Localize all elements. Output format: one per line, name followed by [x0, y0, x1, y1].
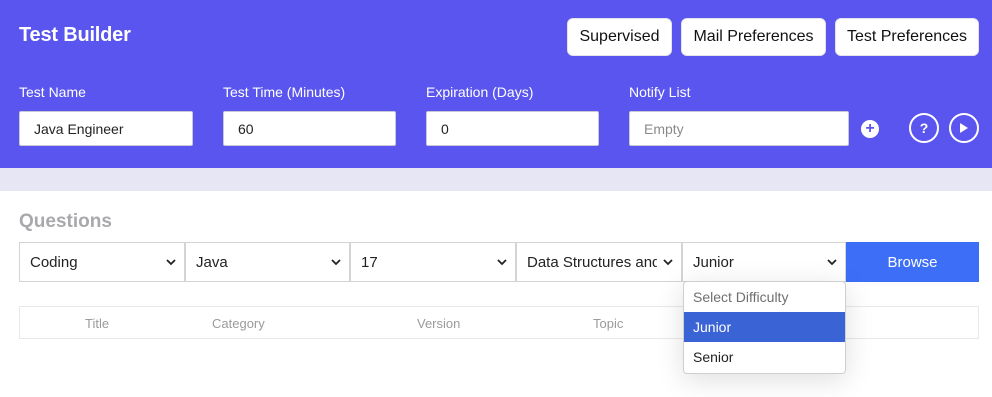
test-preferences-button[interactable]: Test Preferences — [835, 18, 979, 56]
column-header-topic[interactable]: Topic — [593, 316, 623, 331]
test-time-input[interactable]: 60 — [223, 111, 396, 146]
difficulty-select-value: Junior — [693, 253, 734, 271]
notify-list-label: Notify List — [629, 84, 691, 100]
chevron-down-icon — [827, 259, 837, 266]
column-header-category[interactable]: Category — [212, 316, 265, 331]
chevron-down-icon — [663, 259, 673, 266]
expiration-input[interactable]: 0 — [426, 111, 599, 146]
language-select-value: Java — [196, 253, 228, 271]
column-header-version[interactable]: Version — [417, 316, 460, 331]
page-title: Test Builder — [19, 24, 131, 46]
plus-icon: + — [865, 120, 875, 137]
test-time-label: Test Time (Minutes) — [223, 84, 346, 100]
question-icon: ? — [919, 120, 929, 136]
help-button[interactable]: ? — [909, 113, 939, 143]
difficulty-dropdown-menu: Select Difficulty Junior Senior — [683, 281, 846, 374]
version-select-value: 17 — [361, 253, 378, 271]
browse-button[interactable]: Browse — [846, 242, 979, 282]
expiration-label: Expiration (Days) — [426, 84, 534, 100]
column-header-title[interactable]: Title — [85, 316, 109, 331]
add-notify-button[interactable]: + — [861, 120, 879, 138]
mail-preferences-button[interactable]: Mail Preferences — [681, 18, 826, 56]
play-button[interactable] — [949, 113, 979, 143]
test-name-label: Test Name — [19, 84, 86, 100]
notify-list-input[interactable]: Empty — [629, 111, 849, 146]
test-name-input[interactable]: Java Engineer — [19, 111, 193, 146]
topic-select[interactable]: Data Structures and — [516, 242, 682, 282]
difficulty-option-senior[interactable]: Senior — [684, 342, 845, 372]
supervised-button[interactable]: Supervised — [567, 18, 672, 56]
type-select-value: Coding — [30, 253, 78, 271]
questions-title: Questions — [19, 211, 112, 232]
difficulty-select[interactable]: Junior — [682, 242, 846, 282]
header-divider-band — [0, 168, 992, 191]
topic-select-value: Data Structures and — [527, 253, 657, 271]
difficulty-option-junior[interactable]: Junior — [684, 312, 845, 342]
play-icon — [960, 123, 968, 133]
type-select[interactable]: Coding — [19, 242, 185, 282]
language-select[interactable]: Java — [185, 242, 350, 282]
difficulty-option-placeholder: Select Difficulty — [693, 289, 789, 305]
chevron-down-icon — [497, 259, 507, 266]
chevron-down-icon — [166, 259, 176, 266]
header-bar: Test Builder Supervised Mail Preferences… — [0, 0, 992, 168]
version-select[interactable]: 17 — [350, 242, 516, 282]
chevron-down-icon — [331, 259, 341, 266]
